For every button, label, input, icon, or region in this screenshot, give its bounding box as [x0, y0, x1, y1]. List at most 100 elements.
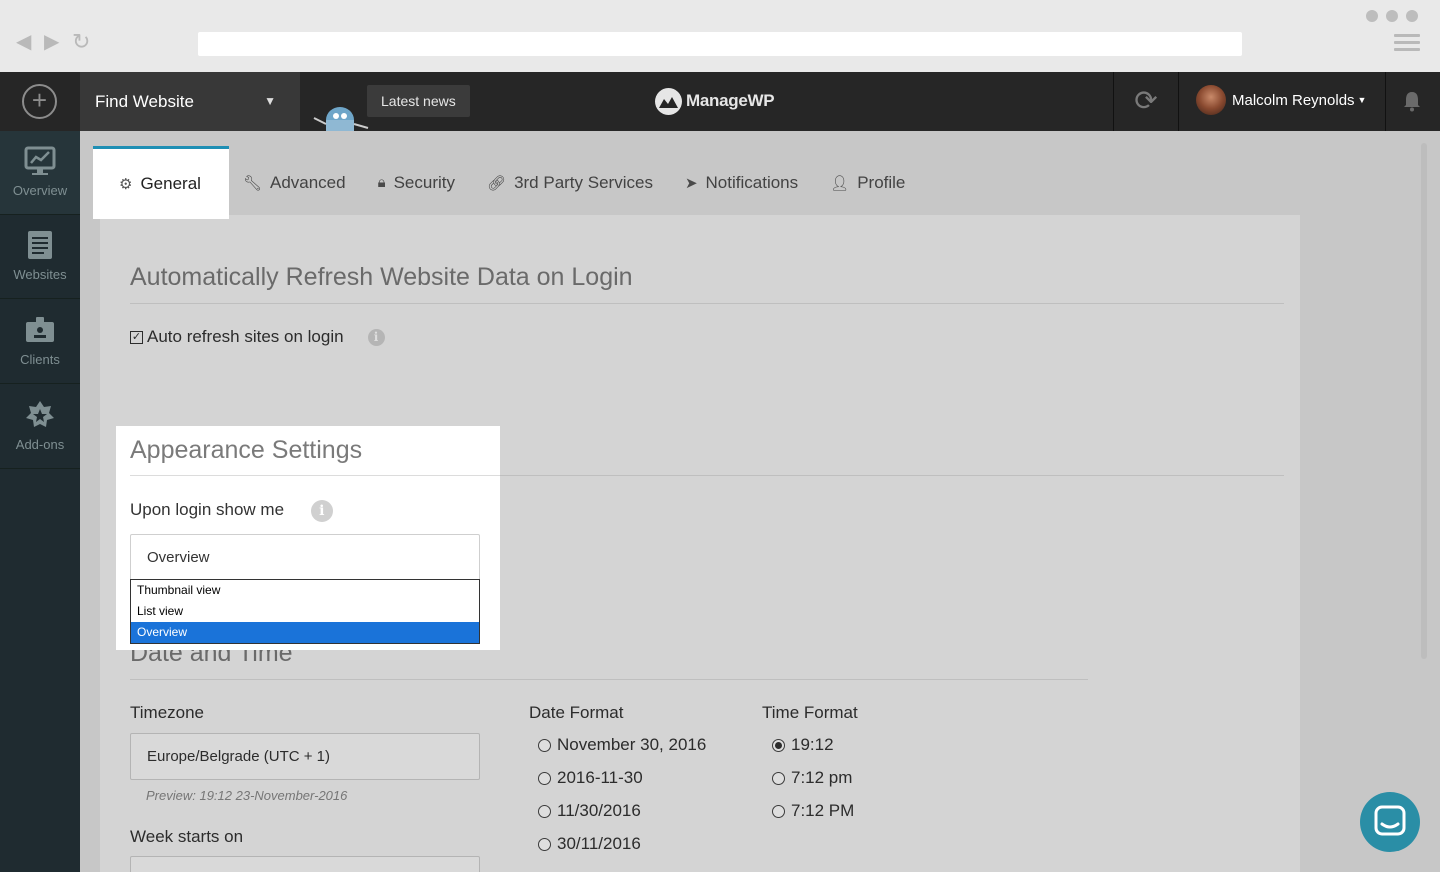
time-format-option[interactable]: 7:12 pm: [772, 768, 852, 788]
back-icon[interactable]: ◀: [16, 30, 31, 54]
timezone-label: Timezone: [130, 703, 205, 722]
sidebar-item-label: Clients: [20, 352, 60, 367]
option-label: 7:12 PM: [791, 801, 855, 820]
tab-label: Profile: [857, 172, 906, 192]
date-format-option[interactable]: 2016-11-30: [538, 768, 643, 788]
divider: [130, 679, 1088, 680]
sidebar: Overview Websites Clients Add-ons: [0, 131, 80, 872]
week-starts-select[interactable]: [130, 856, 480, 872]
sync-refresh-icon[interactable]: ⟳: [1130, 86, 1162, 116]
link-icon: 🔗︎: [487, 174, 507, 192]
dropdown-option-thumbnail[interactable]: Thumbnail view: [131, 580, 479, 601]
sidebar-item-overview[interactable]: Overview: [0, 131, 80, 215]
appearance-title: Appearance Settings: [130, 436, 363, 464]
timezone-select[interactable]: Europe/Belgrade (UTC + 1): [130, 733, 480, 780]
auto-refresh-row: ✓ Auto refresh sites on login i: [130, 327, 385, 347]
option-label: 7:12 pm: [791, 768, 853, 787]
sidebar-item-clients[interactable]: Clients: [0, 300, 80, 384]
radio-button-selected[interactable]: [772, 738, 785, 752]
scrollbar[interactable]: [1421, 143, 1427, 659]
latest-news-button[interactable]: Latest news: [367, 85, 470, 117]
find-website-label: Find Website: [95, 92, 194, 111]
divider: [1178, 72, 1179, 131]
wrench-icon: 🔧︎: [242, 174, 262, 192]
radio-button[interactable]: [538, 771, 551, 785]
find-website-dropdown[interactable]: Find Website ▼: [80, 72, 300, 131]
time-format-label: Time Format: [762, 703, 858, 722]
date-format-label: Date Format: [529, 703, 624, 722]
tab-label: General: [140, 174, 201, 193]
date-format-option[interactable]: November 30, 2016: [538, 735, 706, 755]
user-icon: 👤︎: [830, 174, 850, 192]
addons-star-icon: [26, 401, 54, 427]
gear-icon: ⚙: [119, 176, 133, 193]
option-label: 11/30/2016: [557, 801, 641, 820]
divider: [130, 475, 500, 476]
settings-tabs: ⚙ General 🔧︎ Advanced 🔒︎ Security 🔗︎ 3rd…: [93, 146, 923, 219]
time-format-option[interactable]: 19:12: [772, 735, 834, 755]
tab-security[interactable]: 🔒︎ Security: [364, 146, 473, 219]
robot-mascot-icon: [313, 107, 369, 131]
overview-chart-icon: [24, 146, 56, 175]
auto-refresh-checkbox[interactable]: ✓: [130, 330, 143, 344]
window-dot: [1366, 10, 1378, 22]
week-starts-label: Week starts on: [130, 827, 244, 846]
radio-button[interactable]: [772, 804, 785, 818]
option-label: November 30, 2016: [557, 735, 707, 754]
option-label: 19:12: [791, 735, 834, 754]
sidebar-item-label: Overview: [12, 183, 68, 198]
tab-general[interactable]: ⚙ General: [93, 146, 229, 219]
date-format-option[interactable]: 30/11/2016: [538, 834, 641, 854]
login-show-text: Upon login show me: [130, 500, 285, 519]
add-website-icon[interactable]: +: [22, 84, 57, 119]
managewp-logo[interactable]: ManageWP: [655, 86, 775, 116]
settings-main: ⚙ General 🔧︎ Advanced 🔒︎ Security 🔗︎ 3rd…: [80, 131, 1440, 872]
dropdown-option-overview[interactable]: Overview: [131, 622, 479, 643]
chat-icon: [1374, 805, 1406, 836]
tab-label: Notifications: [705, 172, 799, 192]
sidebar-item-addons[interactable]: Add-ons: [0, 385, 80, 469]
radio-button[interactable]: [772, 771, 785, 785]
lock-icon: 🔒︎: [377, 174, 386, 191]
tab-advanced[interactable]: 🔧︎ Advanced: [229, 146, 364, 219]
radio-button[interactable]: [538, 837, 551, 851]
login-view-dropdown: Thumbnail view List view Overview: [130, 579, 480, 644]
option-label: 2016-11-30: [557, 768, 643, 787]
tab-label: Security: [393, 172, 456, 192]
login-view-select[interactable]: Overview: [130, 534, 480, 581]
managewp-logo-icon: [655, 87, 682, 115]
tab-label: 3rd Party Services: [514, 172, 653, 192]
hamburger-menu-icon[interactable]: [1394, 34, 1420, 55]
radio-button[interactable]: [538, 738, 551, 752]
radio-button[interactable]: [538, 804, 551, 818]
sidebar-item-label: Websites: [13, 267, 67, 282]
tab-label: Advanced: [269, 172, 346, 192]
sidebar-item-websites[interactable]: Websites: [0, 215, 80, 299]
tab-third-party-services[interactable]: 🔗︎ 3rd Party Services: [473, 146, 671, 219]
user-menu[interactable]: Malcolm Reynolds ▼: [1196, 85, 1366, 115]
appearance-settings-card: Appearance Settings Upon login show me i…: [116, 426, 500, 650]
refresh-section-title: Automatically Refresh Website Data on Lo…: [130, 263, 633, 291]
tab-profile[interactable]: 👤︎ Profile: [816, 146, 923, 219]
divider: [130, 303, 1284, 304]
tab-notifications[interactable]: ➤ Notifications: [671, 146, 816, 219]
address-bar[interactable]: [198, 32, 1242, 56]
chat-support-button[interactable]: [1360, 792, 1420, 852]
logo-text: ManageWP: [686, 91, 775, 110]
user-name: Malcolm Reynolds: [1232, 91, 1355, 109]
paper-plane-icon: ➤: [684, 174, 698, 192]
forward-icon[interactable]: ▶: [44, 30, 59, 54]
reload-icon[interactable]: ↻: [72, 30, 90, 54]
sidebar-item-label: Add-ons: [15, 437, 65, 452]
avatar: [1196, 85, 1226, 115]
date-format-option[interactable]: 11/30/2016: [538, 801, 641, 821]
info-icon[interactable]: i: [310, 500, 333, 522]
info-icon[interactable]: i: [367, 328, 385, 346]
bell-icon[interactable]: [1402, 90, 1422, 112]
time-format-option[interactable]: 7:12 PM: [772, 801, 854, 821]
caret-down-icon: ▼: [1357, 95, 1367, 105]
auto-refresh-label: Auto refresh sites on login: [147, 327, 344, 346]
dropdown-option-list[interactable]: List view: [131, 601, 479, 622]
window-dot: [1406, 10, 1418, 22]
clients-id-icon: [26, 317, 54, 342]
